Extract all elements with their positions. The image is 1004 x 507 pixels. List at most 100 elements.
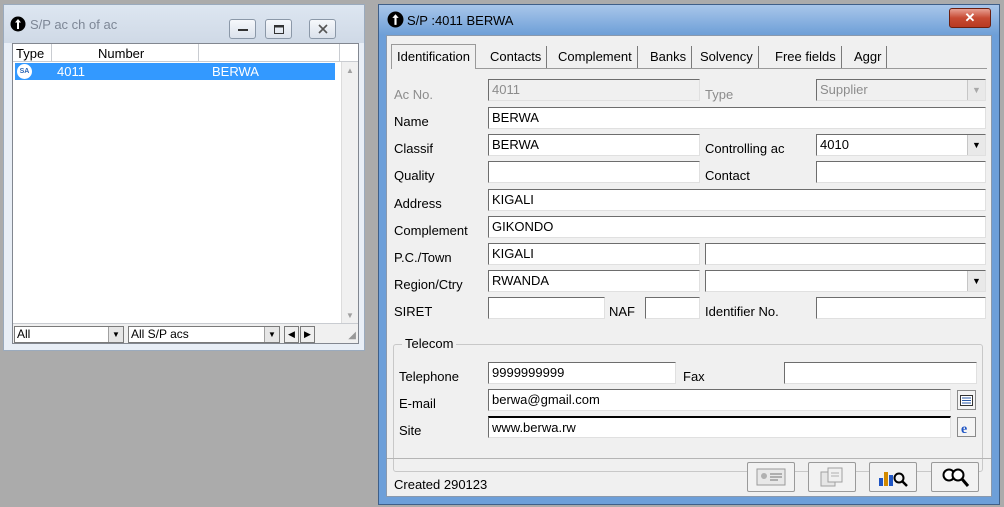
chevron-down-icon[interactable]: ▼ <box>108 327 123 342</box>
column-type[interactable]: Type <box>16 46 44 61</box>
created-status: Created 290123 <box>394 477 488 492</box>
row-name: BERWA <box>212 64 259 79</box>
list-filter-bar: All ▼ All S/P acs ▼ ◀ ▶ ◢ <box>13 323 358 343</box>
region-field[interactable]: RWANDA <box>488 270 700 292</box>
classif-label: Classif <box>394 141 434 156</box>
open-site-button[interactable]: e <box>957 417 976 437</box>
close-button[interactable]: ✕ <box>949 8 991 28</box>
controlling-ac-select[interactable]: 4010 ▼ <box>816 134 986 156</box>
close-icon <box>317 24 328 34</box>
type-value: Supplier <box>820 82 868 97</box>
tab-contacts[interactable]: Contacts <box>485 46 548 68</box>
statistics-button[interactable] <box>869 462 917 492</box>
address-label: Address <box>394 196 442 211</box>
type-label: Type <box>705 87 734 102</box>
fax-label: Fax <box>683 369 705 384</box>
type-filter-value: All <box>17 327 31 341</box>
chevron-down-icon[interactable]: ▼ <box>967 271 985 291</box>
ac-no-label: Ac No. <box>394 87 434 102</box>
name-label: Name <box>394 114 429 129</box>
siret-field[interactable] <box>488 297 605 319</box>
column-divider[interactable] <box>198 44 199 62</box>
tab-divider <box>391 68 987 69</box>
chevron-down-icon[interactable]: ▼ <box>967 135 985 155</box>
telephone-field[interactable]: 9999999999 <box>488 362 676 384</box>
account-list-window: S/P ac ch of ac Type Number SA 4011 BERW… <box>3 4 365 351</box>
name-field[interactable]: BERWA <box>488 107 986 129</box>
column-number[interactable]: Number <box>98 46 144 61</box>
list-window-title: S/P ac ch of ac <box>30 17 118 32</box>
town-field[interactable] <box>705 243 986 265</box>
scroll-right-button[interactable]: ▶ <box>300 326 315 343</box>
chevron-down-icon[interactable]: ▼ <box>967 80 985 100</box>
ac-no-field[interactable]: 4011 <box>488 79 700 101</box>
send-email-button[interactable] <box>957 390 976 410</box>
scroll-down-arrow-icon[interactable]: ▼ <box>342 307 358 324</box>
naf-field[interactable] <box>645 297 700 319</box>
identifier-no-field[interactable] <box>816 297 986 319</box>
column-divider[interactable] <box>339 44 340 62</box>
scope-filter-select[interactable]: All S/P acs ▼ <box>128 326 280 343</box>
email-field[interactable]: berwa@gmail.com <box>488 389 951 411</box>
contact-field[interactable] <box>816 161 986 183</box>
telecom-group-label: Telecom <box>402 336 457 351</box>
browser-icon: e <box>961 422 967 434</box>
controlling-ac-label: Controlling ac <box>705 141 785 156</box>
resize-grip-icon[interactable]: ◢ <box>348 330 356 341</box>
list-window-title-bar[interactable]: S/P ac ch of ac <box>4 5 364 43</box>
mail-icon <box>960 394 973 406</box>
account-detail-window: S/P :4011 BERWA ✕ Identification Contact… <box>378 4 1000 505</box>
type-select[interactable]: Supplier ▼ <box>816 79 986 101</box>
tab-solvency[interactable]: Solvency <box>695 46 759 68</box>
address-field[interactable]: KIGALI <box>488 189 986 211</box>
telephone-label: Telephone <box>399 369 459 384</box>
row-number: 4011 <box>57 64 85 79</box>
id-card-icon <box>756 468 786 486</box>
tab-bar: Identification Contacts Complement Banks… <box>391 44 991 69</box>
column-divider[interactable] <box>51 44 52 62</box>
siret-label: SIRET <box>394 304 433 319</box>
complement-field[interactable]: GIKONDO <box>488 216 986 238</box>
attachment-button[interactable] <box>808 462 856 492</box>
telecom-group: Telecom Telephone 9999999999 Fax E-mail … <box>393 336 983 472</box>
card-button[interactable] <box>747 462 795 492</box>
tab-banks[interactable]: Banks <box>645 46 693 68</box>
scroll-left-button[interactable]: ◀ <box>284 326 299 343</box>
quality-label: Quality <box>394 168 435 183</box>
country-select[interactable]: ▼ <box>705 270 986 292</box>
type-filter-select[interactable]: All ▼ <box>14 326 124 343</box>
pc-town-label: P.C./Town <box>394 250 452 265</box>
search-button[interactable] <box>931 462 979 492</box>
minimize-button[interactable] <box>229 19 256 39</box>
app-info-icon <box>387 11 404 28</box>
complement-label: Complement <box>394 223 468 238</box>
scroll-up-arrow-icon[interactable]: ▲ <box>342 62 358 79</box>
status-divider <box>387 458 991 459</box>
detail-window-title: S/P :4011 BERWA <box>407 13 514 28</box>
supplier-type-badge-icon: SA <box>17 64 32 79</box>
quality-field[interactable] <box>488 161 700 183</box>
scope-filter-value: All S/P acs <box>131 327 189 341</box>
list-header: Type Number <box>13 44 358 62</box>
chevron-down-icon[interactable]: ▼ <box>264 327 279 342</box>
close-button[interactable] <box>309 19 336 39</box>
list-row[interactable]: SA 4011 BERWA <box>15 63 335 80</box>
detail-window-title-bar[interactable]: S/P :4011 BERWA ✕ <box>379 5 999 35</box>
postal-code-field[interactable]: KIGALI <box>488 243 700 265</box>
tab-free-fields[interactable]: Free fields <box>770 46 842 68</box>
account-list: Type Number SA 4011 BERWA ▲ ▼ All ▼ All … <box>12 43 359 344</box>
fax-field[interactable] <box>784 362 977 384</box>
tab-identification[interactable]: Identification <box>391 44 476 69</box>
identifier-no-label: Identifier No. <box>705 304 779 319</box>
svg-text:e: e <box>961 422 967 434</box>
tab-complement[interactable]: Complement <box>553 46 638 68</box>
site-field[interactable]: www.berwa.rw <box>488 416 951 438</box>
minimize-icon <box>237 29 248 31</box>
app-info-icon <box>10 16 26 32</box>
list-vertical-scrollbar[interactable]: ▲ ▼ <box>341 62 358 324</box>
detail-panel: Identification Contacts Complement Banks… <box>386 35 992 497</box>
restore-button[interactable] <box>265 19 292 39</box>
classif-field[interactable]: BERWA <box>488 134 700 156</box>
email-label: E-mail <box>399 396 436 411</box>
tab-aggr[interactable]: Aggr <box>849 46 888 68</box>
